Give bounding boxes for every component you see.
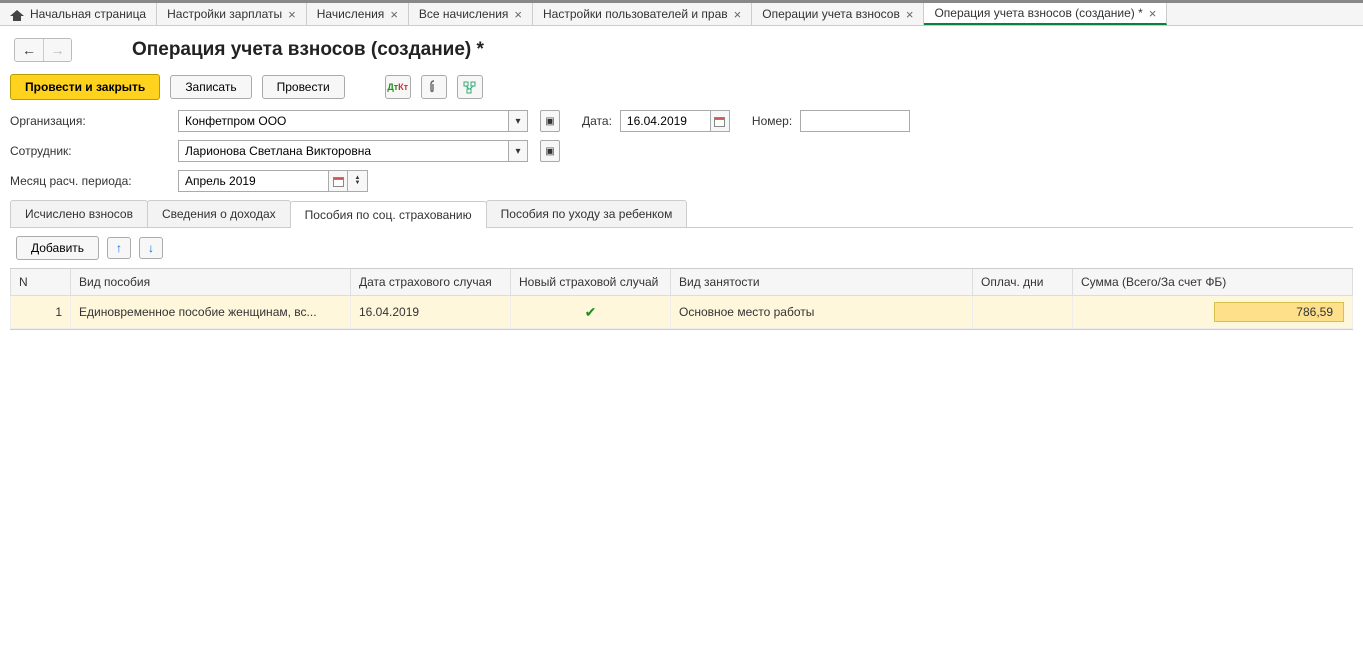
inner-tab[interactable]: Пособия по уходу за ребенком — [486, 200, 688, 227]
dropdown-icon[interactable]: ▾ — [508, 140, 528, 162]
cell-n: 1 — [11, 296, 71, 329]
cell-new-case[interactable]: ✔ — [511, 296, 671, 329]
cell-insurance-date[interactable]: 16.04.2019 — [351, 296, 511, 329]
cell-paid-days[interactable] — [973, 296, 1073, 329]
dt-kt-icon[interactable]: ДтКт — [385, 75, 411, 99]
page-title: Операция учета взносов (создание) * — [132, 39, 484, 61]
close-icon[interactable]: × — [734, 7, 742, 22]
spinner-icon[interactable]: ▲▼ — [348, 170, 368, 192]
col-paid-days: Оплач. дни — [973, 269, 1073, 296]
top-tab-bar: Начальная страницаНастройки зарплаты×Нач… — [0, 0, 1363, 26]
number-label: Номер: — [752, 114, 792, 128]
top-tab[interactable]: Все начисления × — [409, 3, 533, 25]
inner-tab[interactable]: Сведения о доходах — [147, 200, 291, 227]
number-field — [800, 110, 910, 132]
col-insurance-date: Дата страхового случая — [351, 269, 511, 296]
save-button[interactable]: Записать — [170, 75, 251, 99]
close-icon[interactable]: × — [514, 7, 522, 22]
nav-forward-button[interactable]: → — [43, 39, 71, 61]
date-field — [620, 110, 730, 132]
org-field: ▾ — [178, 110, 528, 132]
benefits-grid: N Вид пособия Дата страхового случая Нов… — [10, 268, 1353, 330]
dropdown-icon[interactable]: ▾ — [508, 110, 528, 132]
period-label: Месяц расч. периода: — [10, 174, 170, 188]
structure-icon[interactable] — [457, 75, 483, 99]
date-input[interactable] — [620, 110, 710, 132]
employee-field: ▾ — [178, 140, 528, 162]
home-icon — [10, 7, 24, 21]
page-header: ← → Операция учета взносов (создание) * — [0, 26, 1363, 70]
employee-label: Сотрудник: — [10, 144, 170, 158]
top-tab[interactable]: Настройки пользователей и прав × — [533, 3, 752, 25]
period-input[interactable] — [178, 170, 328, 192]
org-input[interactable] — [178, 110, 508, 132]
top-tab[interactable]: Настройки зарплаты × — [157, 3, 307, 25]
close-icon[interactable]: × — [390, 7, 398, 22]
inner-tab[interactable]: Пособия по соц. страхованию — [290, 201, 487, 228]
attachment-icon[interactable] — [421, 75, 447, 99]
cell-sum[interactable]: 786,59 — [1073, 296, 1353, 329]
calendar-icon[interactable] — [328, 170, 348, 192]
close-icon[interactable]: × — [288, 7, 296, 22]
table-row[interactable]: 1Единовременное пособие женщинам, вс...1… — [11, 296, 1353, 329]
col-new-case: Новый страховой случай — [511, 269, 671, 296]
top-tab[interactable]: Операции учета взносов × — [752, 3, 924, 25]
col-n: N — [11, 269, 71, 296]
top-tab[interactable]: Операция учета взносов (создание) * × — [924, 3, 1167, 25]
top-tab[interactable]: Начальная страница — [0, 3, 157, 25]
add-row-button[interactable]: Добавить — [16, 236, 99, 260]
close-icon[interactable]: × — [1149, 6, 1157, 21]
tab-label: Начальная страница — [30, 7, 146, 21]
employee-open-button[interactable]: ▣ — [540, 140, 560, 162]
org-label: Организация: — [10, 114, 170, 128]
org-open-button[interactable]: ▣ — [540, 110, 560, 132]
move-down-button[interactable]: ↓ — [139, 237, 163, 259]
col-benefit-type: Вид пособия — [71, 269, 351, 296]
tab-label: Настройки зарплаты — [167, 7, 282, 21]
tab-label: Операция учета взносов (создание) * — [934, 6, 1142, 20]
close-icon[interactable]: × — [906, 7, 914, 22]
nav-buttons: ← → — [14, 38, 72, 62]
cell-employment-type[interactable]: Основное место работы — [671, 296, 973, 329]
period-field: ▲▼ — [178, 170, 368, 192]
col-sum: Сумма (Всего/За счет ФБ) — [1073, 269, 1353, 296]
tab-label: Операции учета взносов — [762, 7, 900, 21]
post-button[interactable]: Провести — [262, 75, 345, 99]
inner-tab[interactable]: Исчислено взносов — [10, 200, 148, 227]
table-toolbar: Добавить ↑ ↓ — [0, 228, 1363, 268]
main-toolbar: Провести и закрыть Записать Провести ДтК… — [0, 70, 1363, 110]
tab-label: Настройки пользователей и прав — [543, 7, 728, 21]
sum-value[interactable]: 786,59 — [1214, 302, 1344, 322]
employee-input[interactable] — [178, 140, 508, 162]
top-tab[interactable]: Начисления × — [307, 3, 409, 25]
inner-tabs: Исчислено взносовСведения о доходахПособ… — [10, 200, 1353, 228]
checkmark-icon: ✔ — [585, 304, 597, 320]
tab-label: Все начисления — [419, 7, 509, 21]
col-employment-type: Вид занятости — [671, 269, 973, 296]
move-up-button[interactable]: ↑ — [107, 237, 131, 259]
nav-back-button[interactable]: ← — [15, 39, 43, 61]
post-and-close-button[interactable]: Провести и закрыть — [10, 74, 160, 100]
calendar-icon[interactable] — [710, 110, 730, 132]
cell-benefit-type[interactable]: Единовременное пособие женщинам, вс... — [71, 296, 351, 329]
tab-label: Начисления — [317, 7, 385, 21]
date-label: Дата: — [582, 114, 612, 128]
number-input[interactable] — [800, 110, 910, 132]
form-area: Организация: ▾ ▣ Дата: Номер: Сотрудник:… — [0, 110, 1363, 192]
